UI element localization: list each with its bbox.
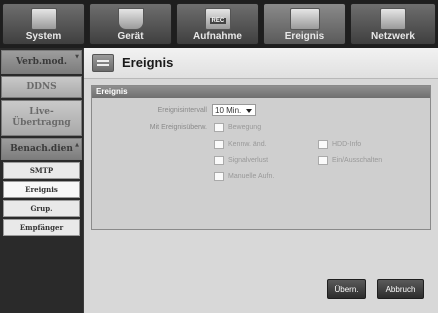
sidebar-subitem-group[interactable]: Grup. [3, 200, 80, 217]
power-checkbox[interactable] [318, 156, 328, 165]
tab-device[interactable]: Gerät [89, 3, 172, 45]
tab-label: Ereignis [284, 31, 325, 42]
monitor-label: Mit Ereignisüberw. [149, 124, 207, 131]
manual-recording-checkbox[interactable] [214, 172, 224, 181]
sidebar-item-label: Live- Übertragng [12, 107, 71, 128]
tab-event[interactable]: Ereignis [263, 3, 346, 45]
power-label: Ein/Ausschalten [332, 157, 383, 164]
interval-value: 10 Min. [215, 106, 242, 115]
expand-icon: ▼ [75, 54, 79, 60]
tab-system[interactable]: System [2, 3, 85, 45]
sidebar-item-connection-mode[interactable]: Verb.mod. ▼ [1, 50, 82, 74]
sidebar-item-live-transfer[interactable]: Live- Übertragng [1, 100, 82, 136]
hdd-info-label: HDD-Info [332, 141, 362, 148]
sidebar-subitem-smtp[interactable]: SMTP [3, 162, 80, 179]
chevron-down-icon [246, 109, 252, 113]
interval-label: Ereignisintervall [157, 107, 207, 114]
tab-label: System [25, 31, 62, 42]
video-loss-label: Signalverlust [228, 157, 269, 164]
subitem-label: Grup. [30, 204, 53, 213]
event-settings-section: Ereignis Ereignisintervall 10 Min. Mit E… [91, 85, 431, 230]
rec-badge: REC [209, 18, 227, 24]
hdd-info-checkbox[interactable] [318, 140, 328, 149]
sidebar-item-notification[interactable]: Benach.dien ▲ [1, 138, 82, 160]
page-header: Ereignis [84, 48, 438, 79]
sidebar-subitem-recipients[interactable]: Empfänger [3, 219, 80, 236]
page-title: Ereignis [122, 55, 174, 70]
top-menu-bar: System Gerät REC Aufnahme Ereignis Netzw… [0, 0, 438, 48]
sidebar: Verb.mod. ▼ DDNS Live- Übertragng Benach… [0, 48, 83, 313]
main-panel: Ereignis Ereignis Ereignisintervall 10 M… [84, 48, 438, 313]
cancel-button[interactable]: Abbruch [377, 279, 424, 299]
menu-icon [92, 54, 114, 72]
password-change-label: Kennw. änd. [228, 141, 267, 148]
section-title: Ereignis [92, 86, 430, 98]
subitem-label: Ereignis [25, 185, 58, 194]
tab-network[interactable]: Netzwerk [350, 3, 436, 45]
motion-label: Bewegung [228, 124, 262, 131]
event-icon [289, 8, 320, 30]
tab-label: Gerät [117, 31, 144, 42]
manual-recording-label: Manuelle Aufn. [228, 173, 275, 180]
sidebar-item-label: Verb.mod. [15, 56, 67, 67]
video-loss-checkbox[interactable] [214, 156, 224, 165]
network-icon [380, 8, 406, 30]
collapse-icon: ▲ [75, 142, 79, 148]
sidebar-item-label: Benach.dien [10, 143, 73, 154]
camera-icon [117, 8, 144, 30]
subitem-label: Empfänger [19, 223, 64, 232]
tab-recording[interactable]: REC Aufnahme [176, 3, 259, 45]
sidebar-item-ddns[interactable]: DDNS [1, 76, 82, 98]
rec-icon: REC [204, 8, 231, 30]
subitem-label: SMTP [29, 166, 54, 175]
interval-select[interactable]: 10 Min. [212, 104, 256, 116]
dvr-screen: System Gerät REC Aufnahme Ereignis Netzw… [0, 0, 438, 313]
tab-label: Netzwerk [371, 31, 415, 42]
sidebar-subitem-event[interactable]: Ereignis [3, 181, 80, 198]
apply-button[interactable]: Übern. [327, 279, 366, 299]
sidebar-item-label: DDNS [26, 81, 57, 92]
system-icon [30, 8, 57, 30]
motion-checkbox[interactable] [214, 123, 224, 132]
tab-label: Aufnahme [193, 31, 242, 42]
password-change-checkbox[interactable] [214, 140, 224, 149]
